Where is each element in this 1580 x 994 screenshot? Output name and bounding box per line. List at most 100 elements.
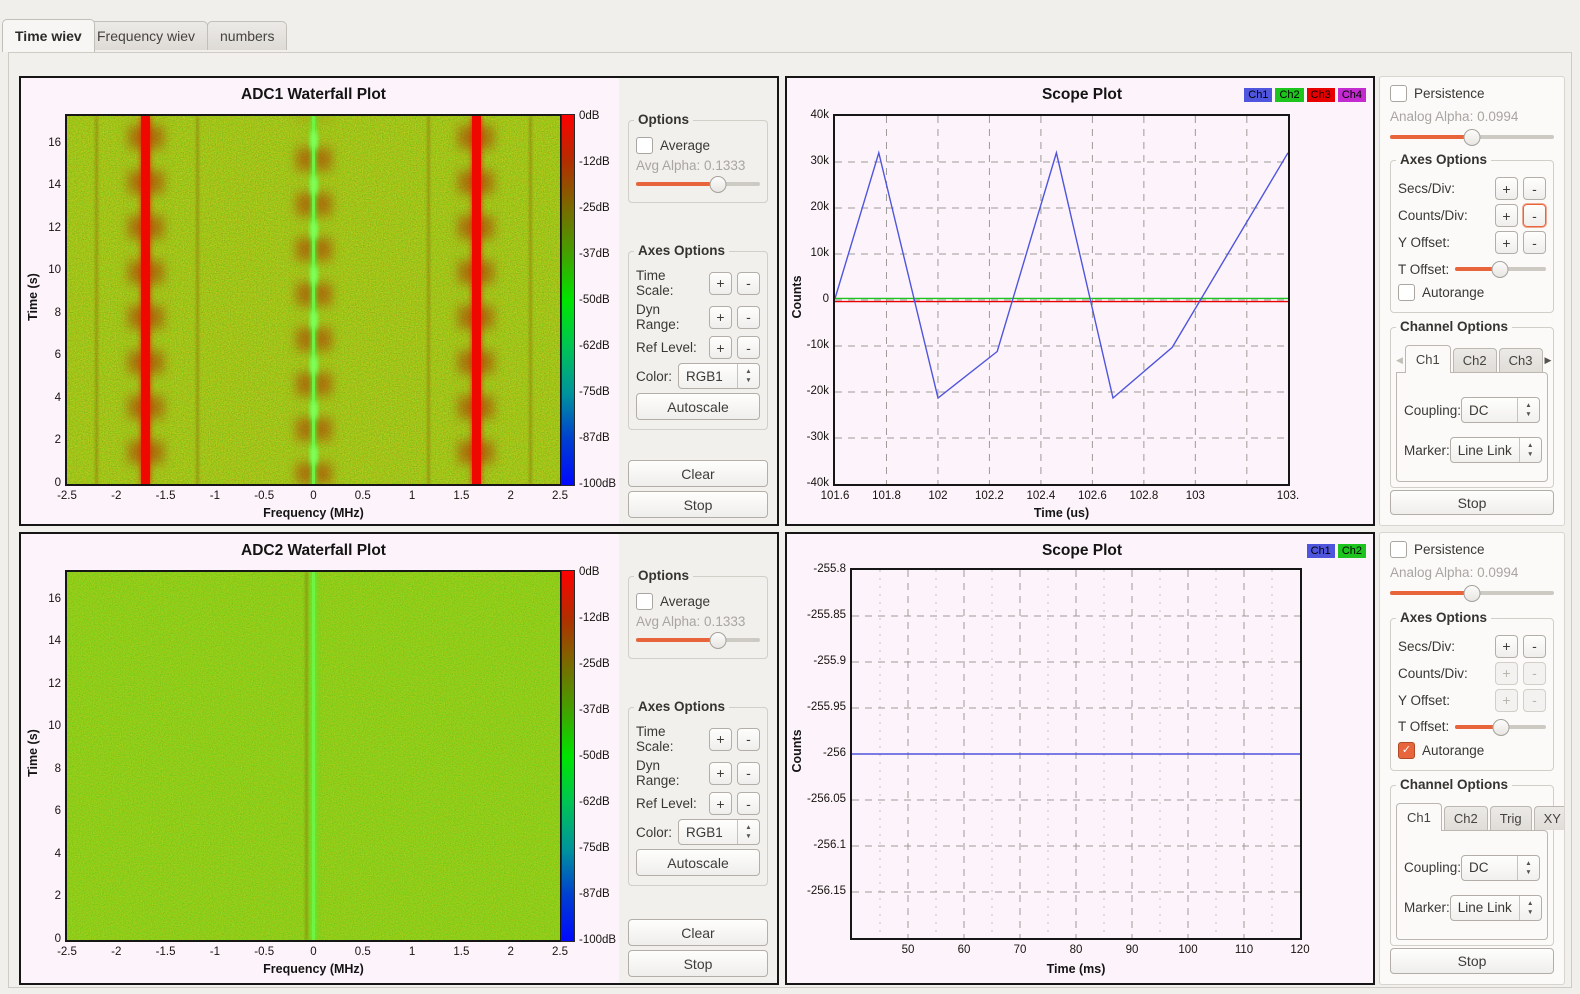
y-offset-plus-button[interactable]: + [1495,689,1518,712]
t-offset-slider[interactable] [1455,261,1546,277]
color-spinbox[interactable]: RGB1 ▲▼ [678,819,760,845]
ref-level-label: Ref Level: [636,340,704,355]
waterfall-signal-overlay [529,116,532,484]
x-tick-label: 80 [1070,944,1083,956]
stop-button[interactable]: Stop [628,491,768,518]
average-checkbox[interactable] [636,593,653,610]
dyn-range-label: Dyn Range: [636,758,704,788]
color-spinbox[interactable]: RGB1 ▲▼ [678,363,760,389]
y-offset-minus-button[interactable]: - [1523,689,1546,712]
autoscale-button[interactable]: Autoscale [636,393,760,420]
x-tick-label: 90 [1126,944,1139,956]
channel-tab-ch2[interactable]: Ch2 [1444,806,1488,830]
time-scale-minus-button[interactable]: - [737,272,760,295]
spinbox-arrows-icon[interactable]: ▲▼ [1519,896,1541,920]
stop-button[interactable]: Stop [1390,948,1554,974]
channel-tab-ch1[interactable]: Ch1 [1396,803,1442,831]
y-tick-label: -10k [785,339,829,351]
autorange-checkbox[interactable]: ✓ [1398,742,1415,759]
colorbar-tick-label: -25dB [579,658,610,670]
average-checkbox[interactable] [636,137,653,154]
avg-alpha-slider[interactable] [636,632,760,648]
main-tabbar: Time wiev Frequency wiev numbers [0,0,1580,52]
spinbox-arrows-icon[interactable]: ▲▼ [1517,856,1539,880]
scope1-x-axis-label: Time (us) [833,506,1290,520]
spinbox-arrows-icon[interactable]: ▲▼ [737,820,759,844]
axes-options-title: Axes Options [634,243,729,258]
channel-tabs: ◀ Ch1 Ch2 Ch3 ▶ [1396,344,1548,372]
autorange-checkbox[interactable] [1398,284,1415,301]
tab-time-view[interactable]: Time wiev [2,19,95,52]
counts-div-plus-button[interactable]: + [1495,204,1518,227]
autoscale-button[interactable]: Autoscale [636,849,760,876]
color-value: RGB1 [679,820,737,844]
adc2-colorbar [561,570,575,942]
dyn-range-plus-button[interactable]: + [709,762,732,785]
time-scale-plus-button[interactable]: + [709,272,732,295]
channel-tab-content: Coupling: DC ▲▼ Marker: Line Link ▲▼ [1396,372,1548,482]
x-tick-label: 103 [1186,490,1205,502]
spinbox-arrows-icon[interactable]: ▲▼ [1519,438,1541,462]
secs-div-plus-button[interactable]: + [1495,635,1518,658]
analog-alpha-slider[interactable] [1390,585,1554,601]
secs-div-label: Secs/Div: [1398,181,1490,196]
dyn-range-plus-button[interactable]: + [709,306,732,329]
y-tick-label: -20k [785,385,829,397]
ref-level-minus-button[interactable]: - [737,792,760,815]
time-scale-minus-button[interactable]: - [737,728,760,751]
secs-div-plus-button[interactable]: + [1495,177,1518,200]
legend-chip-ch2: Ch2 [1338,544,1366,558]
time-scale-plus-button[interactable]: + [709,728,732,751]
channel-tab-ch3[interactable]: Ch3 [1499,348,1543,372]
spinbox-arrows-icon[interactable]: ▲▼ [1517,398,1539,422]
stop-button[interactable]: Stop [628,950,768,977]
tab-scroll-right-icon[interactable]: ▶ [1545,355,1554,372]
t-offset-slider[interactable] [1455,719,1546,735]
analog-alpha-slider[interactable] [1390,129,1554,143]
tab-label: Time wiev [15,28,82,44]
x-tick-label: 2.5 [552,490,568,502]
tab-frequency-view[interactable]: Frequency wiev [84,21,208,50]
waterfall-signal-overlay [95,116,98,484]
clear-button[interactable]: Clear [628,460,768,487]
secs-div-minus-button[interactable]: - [1523,177,1546,200]
coupling-spinbox[interactable]: DC ▲▼ [1461,855,1540,881]
persistence-checkbox[interactable] [1390,541,1407,558]
channel-tab-ch2[interactable]: Ch2 [1453,348,1497,372]
clear-button[interactable]: Clear [628,919,768,946]
counts-div-minus-button[interactable]: - [1523,662,1546,685]
x-tick-label: 1.5 [453,946,469,958]
tab-numbers[interactable]: numbers [207,21,287,50]
adc1-waterfall-canvas[interactable] [65,114,562,486]
marker-spinbox[interactable]: Line Link ▲▼ [1450,895,1542,921]
channel-tab-xy[interactable]: XY [1534,806,1565,830]
tab-scroll-left-icon[interactable]: ◀ [1396,355,1405,372]
colorbar-tick-label: 0dB [579,110,599,122]
x-tick-label: 102 [928,490,947,502]
adc2-waterfall-canvas[interactable] [65,570,562,942]
x-tick-label: 0 [310,490,316,502]
adc1-x-axis-label: Frequency (MHz) [65,506,562,520]
persistence-checkbox[interactable] [1390,85,1407,102]
channel-tab-trig[interactable]: Trig [1490,806,1532,830]
coupling-spinbox[interactable]: DC ▲▼ [1461,397,1540,423]
secs-div-minus-button[interactable]: - [1523,635,1546,658]
stop-button[interactable]: Stop [1390,490,1554,515]
y-offset-plus-button[interactable]: + [1495,231,1518,254]
ref-level-minus-button[interactable]: - [737,336,760,359]
dyn-range-minus-button[interactable]: - [737,762,760,785]
persistence-label: Persistence [1414,542,1554,557]
scope1-canvas[interactable] [833,114,1290,486]
scope2-canvas[interactable] [850,568,1302,940]
ref-level-plus-button[interactable]: + [709,336,732,359]
avg-alpha-slider[interactable] [636,176,760,192]
counts-div-plus-button[interactable]: + [1495,662,1518,685]
y-tick-label: 14 [19,179,61,191]
dyn-range-minus-button[interactable]: - [737,306,760,329]
spinbox-arrows-icon[interactable]: ▲▼ [737,364,759,388]
ref-level-plus-button[interactable]: + [709,792,732,815]
marker-spinbox[interactable]: Line Link ▲▼ [1450,437,1542,463]
channel-tab-ch1[interactable]: Ch1 [1405,345,1451,373]
y-offset-minus-button[interactable]: - [1523,231,1546,254]
counts-div-minus-button[interactable]: - [1523,204,1546,227]
